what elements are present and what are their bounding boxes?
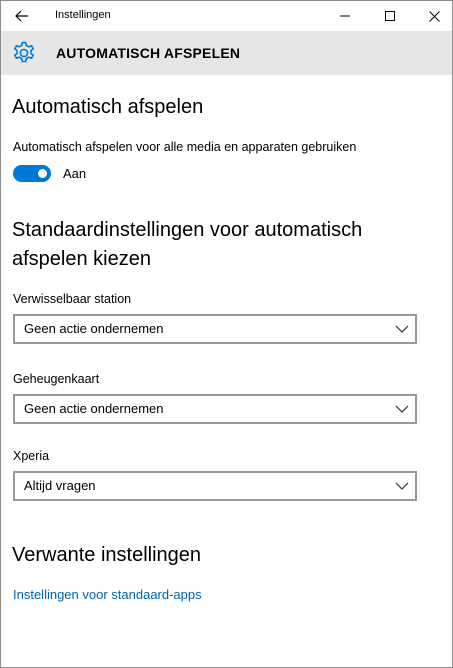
- autoplay-heading: Automatisch afspelen: [12, 96, 204, 118]
- window-title: Instellingen: [55, 9, 111, 21]
- default-apps-link[interactable]: Instellingen voor standaard-apps: [13, 587, 202, 602]
- close-button[interactable]: [411, 1, 452, 31]
- related-settings-heading: Verwante instellingen: [12, 544, 202, 566]
- memory-card-dropdown[interactable]: Geen actie ondernemen: [13, 394, 417, 424]
- memory-card-label: Geheugenkaart: [13, 372, 100, 386]
- removable-drive-label: Verwisselbaar station: [13, 292, 132, 306]
- chevron-down-icon: [395, 405, 409, 413]
- arrow-left-icon: [15, 10, 28, 22]
- chevron-down-icon: [395, 482, 409, 490]
- chevron-down-icon: [395, 325, 409, 333]
- dropdown-value: Altijd vragen: [24, 478, 96, 493]
- autoplay-toggle-label: Automatisch afspelen voor alle media en …: [13, 140, 357, 154]
- toggle-knob: [38, 169, 47, 178]
- dropdown-value: Geen actie ondernemen: [24, 321, 164, 336]
- defaults-heading-line1: Standaardinstellingen voor automatisch: [12, 219, 363, 241]
- back-button[interactable]: [9, 5, 35, 27]
- defaults-heading-line2: afspelen kiezen: [12, 248, 151, 270]
- close-icon: [428, 10, 440, 22]
- minimize-icon: [340, 15, 350, 17]
- removable-drive-dropdown[interactable]: Geen actie ondernemen: [13, 314, 417, 344]
- autoplay-toggle[interactable]: [13, 165, 51, 182]
- page-header: AUTOMATISCH AFSPELEN: [1, 31, 452, 75]
- gear-icon: [13, 41, 35, 63]
- page-title: AUTOMATISCH AFSPELEN: [56, 45, 241, 61]
- title-bar: Instellingen: [1, 1, 452, 31]
- xperia-label: Xperia: [13, 449, 50, 463]
- settings-window: Instellingen AUTOMATISCH AFSPELEN Automa…: [0, 0, 453, 668]
- minimize-button[interactable]: [322, 1, 368, 31]
- toggle-state-text: Aan: [63, 166, 87, 181]
- maximize-button[interactable]: [367, 1, 413, 31]
- maximize-icon: [385, 11, 395, 21]
- xperia-dropdown[interactable]: Altijd vragen: [13, 471, 417, 501]
- dropdown-value: Geen actie ondernemen: [24, 401, 164, 416]
